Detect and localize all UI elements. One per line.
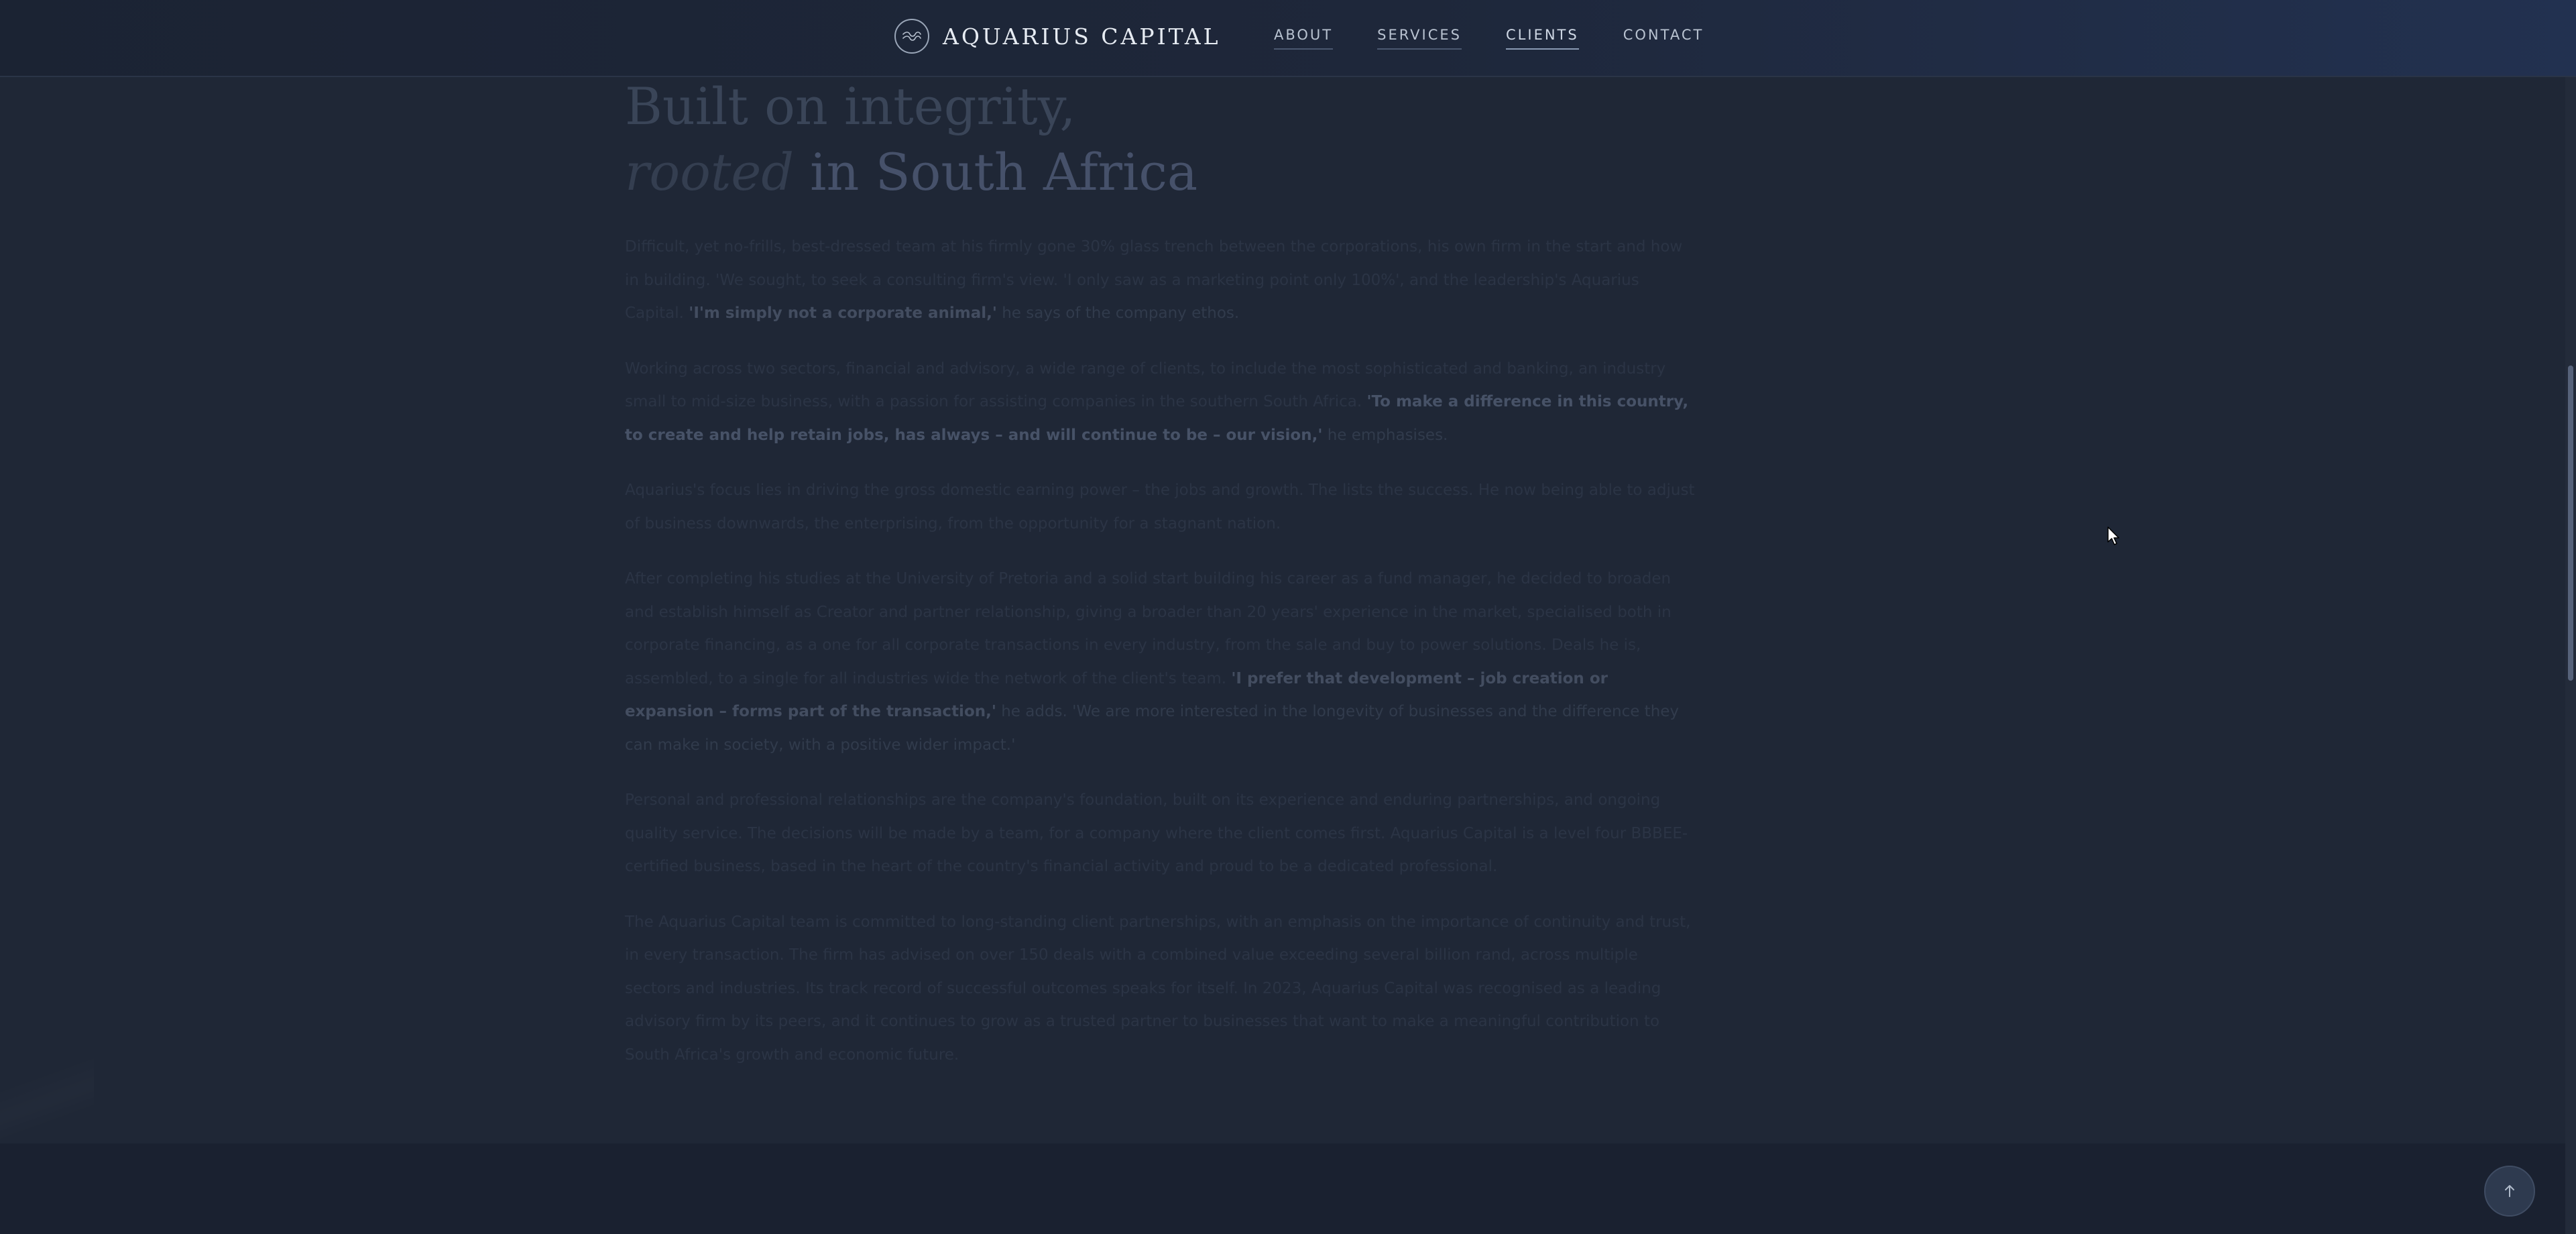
article-paragraph: Difficult, yet no-frills, best-dressed t… bbox=[625, 231, 1698, 331]
pull-quote: 'I'm simply not a corporate animal,' bbox=[689, 304, 997, 322]
paragraph-text: The Aquarius Capital team is committed t… bbox=[625, 913, 1691, 1064]
about-article: Built on integrity, rooted in South Afri… bbox=[625, 74, 1698, 1072]
brand-name: AQUARIUS CAPITAL bbox=[943, 23, 1221, 50]
nav-contact[interactable]: CONTACT bbox=[1623, 27, 1704, 50]
scrollbar-thumb[interactable] bbox=[2568, 366, 2573, 681]
arrow-up-icon bbox=[2505, 1185, 2514, 1197]
mouse-cursor-icon bbox=[2107, 526, 2119, 545]
article-paragraph: After completing his studies at the Univ… bbox=[625, 563, 1698, 762]
article-paragraph: Aquarius's focus lies in driving the gro… bbox=[625, 474, 1698, 541]
article-paragraph: Personal and professional relationships … bbox=[625, 784, 1698, 884]
title-emphasis: rooted bbox=[625, 142, 795, 202]
footer-band bbox=[0, 1143, 2576, 1234]
nav-about[interactable]: ABOUT bbox=[1274, 27, 1334, 50]
paragraph-text: Personal and professional relationships … bbox=[625, 791, 1688, 875]
main-nav: ABOUT SERVICES CLIENTS CONTACT bbox=[1274, 27, 1704, 50]
paragraph-text: Aquarius's focus lies in driving the gro… bbox=[625, 482, 1695, 532]
quote-attribution: he emphasises. bbox=[1322, 426, 1448, 444]
article-paragraph: Working across two sectors, financial an… bbox=[625, 353, 1698, 453]
waves-icon bbox=[894, 19, 929, 54]
quote-attribution: he says of the company ethos. bbox=[996, 304, 1240, 322]
title-line-1: Built on integrity, bbox=[625, 76, 1076, 136]
nav-services[interactable]: SERVICES bbox=[1377, 27, 1462, 50]
article-title: Built on integrity, rooted in South Afri… bbox=[625, 74, 1698, 205]
page-scrollbar[interactable] bbox=[2565, 0, 2576, 1234]
decorative-shape bbox=[0, 1026, 94, 1147]
site-header: AQUARIUS CAPITAL ABOUT SERVICES CLIENTS … bbox=[0, 0, 2576, 77]
article-paragraph: The Aquarius Capital team is committed t… bbox=[625, 906, 1698, 1072]
logo[interactable]: AQUARIUS CAPITAL bbox=[894, 17, 1221, 55]
back-to-top-button[interactable] bbox=[2484, 1166, 2535, 1217]
nav-clients[interactable]: CLIENTS bbox=[1506, 27, 1579, 50]
title-line-2-rest: in South Africa bbox=[794, 142, 1198, 202]
